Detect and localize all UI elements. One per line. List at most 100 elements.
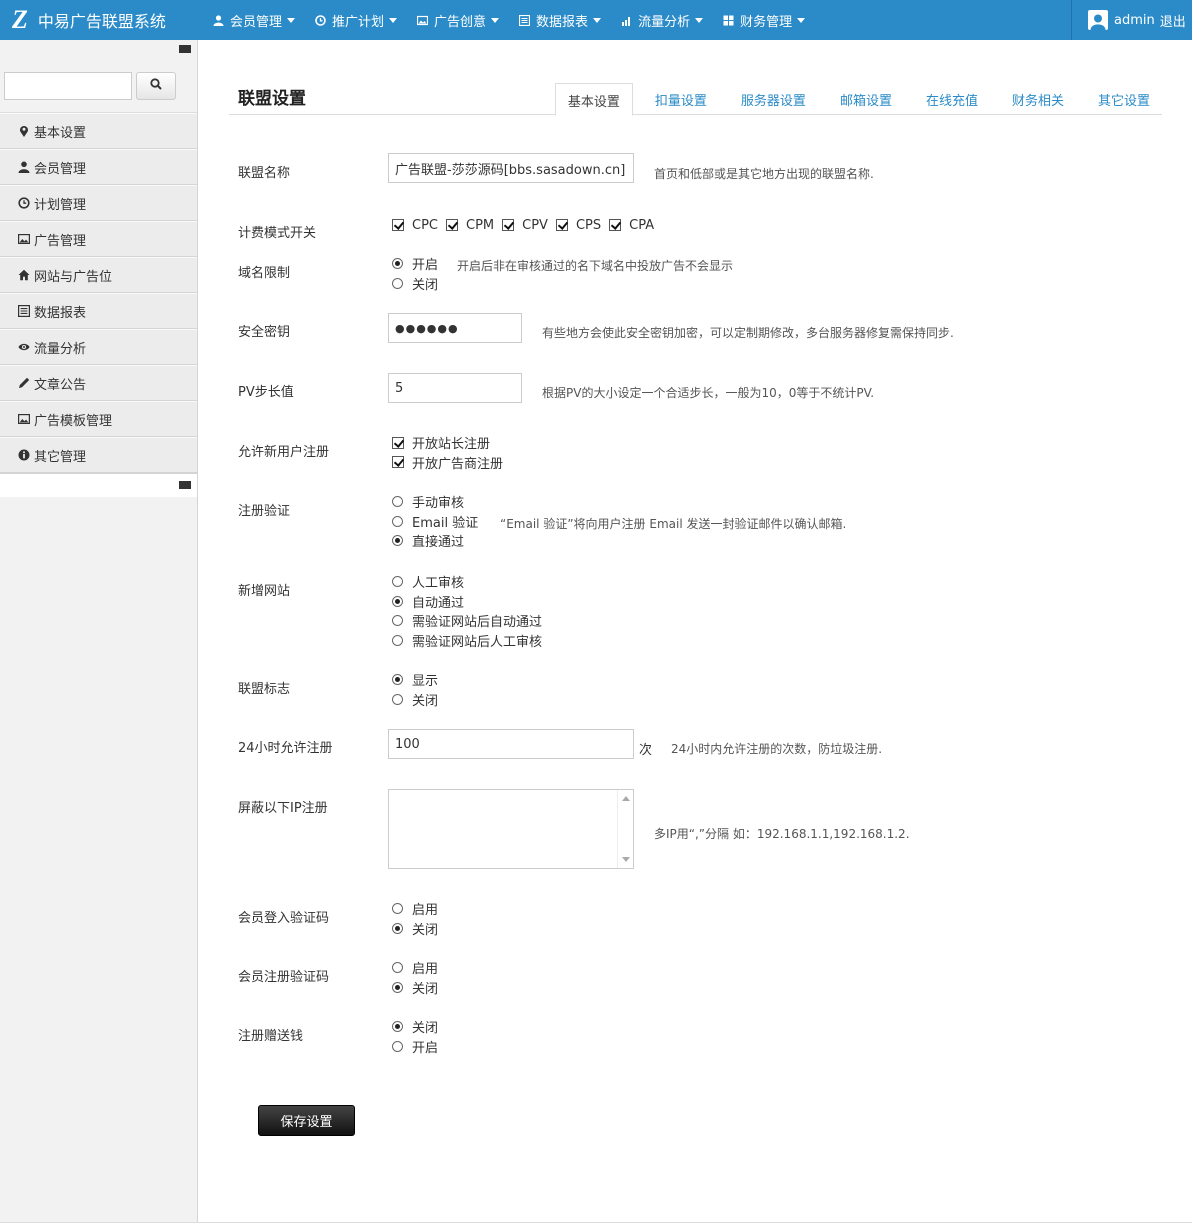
checkbox-webmaster-register[interactable] bbox=[392, 436, 404, 449]
radio-option[interactable]: 关闭 bbox=[388, 690, 438, 710]
checkbox-cpc[interactable] bbox=[392, 219, 404, 231]
brand-name: 中易广告联盟系统 bbox=[37, 12, 166, 31]
radio-option[interactable]: 关闭 bbox=[388, 274, 438, 294]
clock-icon bbox=[315, 14, 326, 26]
help-text: 多IP用“,”分隔 如：192.168.1.1,192.168.1.2. bbox=[654, 827, 910, 841]
radio-site-manual[interactable] bbox=[392, 576, 403, 588]
radio-login-captcha-off[interactable] bbox=[392, 922, 403, 934]
topnav-label: 流量分析 bbox=[638, 14, 691, 30]
option-label: CPS bbox=[575, 217, 602, 233]
radio-email-verify[interactable] bbox=[392, 515, 403, 527]
checkbox-cpm[interactable] bbox=[446, 219, 458, 231]
option-label: 关闭 bbox=[412, 693, 439, 709]
sidebar-item-sites[interactable]: 网站与广告位 bbox=[0, 257, 197, 293]
sidebar-item-articles[interactable]: 文章公告 bbox=[0, 365, 197, 401]
sidebar-item-traffic[interactable]: 流量分析 bbox=[0, 329, 197, 365]
reg-limit-input[interactable]: 100 bbox=[388, 729, 634, 759]
radio-option[interactable]: 启用 bbox=[388, 958, 438, 978]
topnav-creative[interactable]: 广告创意 bbox=[409, 0, 507, 40]
radio-option[interactable]: 直接通过 bbox=[388, 531, 478, 551]
radio-register-captcha-on[interactable] bbox=[392, 962, 403, 974]
radio-option[interactable]: 启用 bbox=[388, 899, 438, 919]
scroll-up-icon[interactable] bbox=[622, 796, 630, 801]
sidebar-search-input[interactable] bbox=[4, 72, 132, 100]
radio-site-verify-auto[interactable] bbox=[392, 615, 403, 627]
tab-recharge[interactable]: 在线充值 bbox=[914, 83, 990, 115]
user-menu[interactable]: admin 退出 bbox=[1071, 0, 1192, 40]
tab-email[interactable]: 邮箱设置 bbox=[828, 83, 904, 115]
field-label: 安全密钥 bbox=[238, 325, 291, 340]
gift-icon bbox=[723, 15, 734, 26]
radio-direct-pass[interactable] bbox=[392, 535, 403, 547]
topnav-finance[interactable]: 财务管理 bbox=[715, 0, 813, 40]
pv-step-input[interactable]: 5 bbox=[388, 373, 522, 403]
radio-option[interactable]: 自动通过 bbox=[388, 592, 542, 612]
option-label: 显示 bbox=[412, 674, 439, 690]
sidebar-item-label: 计划管理 bbox=[34, 197, 87, 213]
radio-option[interactable]: 手动审核 bbox=[388, 492, 478, 512]
topnav-label: 广告创意 bbox=[434, 14, 487, 30]
tab-finance[interactable]: 财务相关 bbox=[1000, 83, 1076, 115]
radio-bonus-on[interactable] bbox=[392, 1040, 403, 1052]
radio-option[interactable]: 开启 bbox=[388, 1037, 438, 1057]
logout-link[interactable]: 退出 bbox=[1160, 11, 1186, 30]
radio-manual-review[interactable] bbox=[392, 496, 403, 508]
textarea-scrollbar[interactable] bbox=[617, 790, 633, 868]
tab-server[interactable]: 服务器设置 bbox=[729, 83, 818, 115]
radio-option[interactable]: 关闭 bbox=[388, 1017, 438, 1037]
radio-option[interactable]: 关闭 bbox=[388, 919, 438, 939]
tab-basic[interactable]: 基本设置 bbox=[554, 83, 633, 116]
picture-icon bbox=[18, 413, 30, 425]
radio-option[interactable]: 开启 bbox=[388, 254, 438, 274]
radio-bonus-off[interactable] bbox=[392, 1021, 403, 1033]
radio-option[interactable]: 关闭 bbox=[388, 978, 438, 998]
sidebar-item-plans[interactable]: 计划管理 bbox=[0, 185, 197, 221]
sidebar-item-members[interactable]: 会员管理 bbox=[0, 149, 197, 185]
save-button[interactable]: 保存设置 bbox=[258, 1105, 355, 1136]
topnav-report[interactable]: 数据报表 bbox=[511, 0, 609, 40]
topnav-member[interactable]: 会员管理 bbox=[205, 0, 303, 40]
tab-deduction[interactable]: 扣量设置 bbox=[643, 83, 719, 115]
sidebar-search-button[interactable] bbox=[136, 72, 176, 100]
checkbox-option[interactable]: 开放站长注册 bbox=[388, 433, 503, 453]
radio-option[interactable]: 需验证网站后自动通过 bbox=[388, 611, 542, 631]
radio-domain-on[interactable] bbox=[392, 258, 403, 270]
info-icon bbox=[18, 449, 30, 461]
tab-other[interactable]: 其它设置 bbox=[1086, 83, 1162, 115]
field-label: 计费模式开关 bbox=[238, 226, 317, 241]
checkbox-cpa[interactable] bbox=[609, 219, 622, 231]
radio-login-captcha-on[interactable] bbox=[392, 903, 403, 915]
sidebar-item-basic-settings[interactable]: 基本设置 bbox=[0, 113, 197, 149]
field-label: 会员登入验证码 bbox=[238, 911, 330, 926]
checkbox-cps[interactable] bbox=[555, 219, 568, 231]
topnav-plan[interactable]: 推广计划 bbox=[307, 0, 405, 40]
radio-option[interactable]: 显示 bbox=[388, 670, 438, 690]
radio-option[interactable]: Email 验证 bbox=[388, 512, 478, 532]
secret-key-input[interactable]: ●●●●●● bbox=[388, 313, 522, 343]
sidebar-collapse-top[interactable] bbox=[0, 40, 197, 62]
radio-register-captcha-off[interactable] bbox=[392, 981, 403, 993]
checkbox-option[interactable]: 开放广告商注册 bbox=[388, 453, 503, 473]
sidebar-item-ads[interactable]: 广告管理 bbox=[0, 221, 197, 257]
sidebar-item-ad-templates[interactable]: 广告模板管理 bbox=[0, 401, 197, 437]
option-label: CPV bbox=[522, 217, 548, 233]
sidebar-collapse-bottom[interactable] bbox=[0, 473, 197, 497]
checkbox-advertiser-register[interactable] bbox=[392, 456, 404, 469]
radio-option[interactable]: 人工审核 bbox=[388, 572, 542, 592]
radio-site-verify-manual[interactable] bbox=[392, 634, 403, 646]
brand[interactable]: Z 中易广告联盟系统 bbox=[0, 0, 205, 40]
user-icon bbox=[18, 161, 30, 173]
radio-option[interactable]: 需验证网站后人工审核 bbox=[388, 631, 542, 651]
radio-logo-hide[interactable] bbox=[392, 693, 403, 705]
radio-site-auto[interactable] bbox=[392, 595, 403, 607]
sidebar-item-other[interactable]: 其它管理 bbox=[0, 437, 197, 473]
block-ip-textarea[interactable] bbox=[388, 789, 634, 869]
site-name-input[interactable]: 广告联盟-莎莎源码[bbs.sasadown.cn] bbox=[388, 153, 634, 183]
radio-logo-show[interactable] bbox=[392, 674, 403, 686]
radio-domain-off[interactable] bbox=[392, 277, 403, 289]
field-label: PV步长值 bbox=[238, 385, 294, 400]
sidebar-item-reports[interactable]: 数据报表 bbox=[0, 293, 197, 329]
scroll-down-icon[interactable] bbox=[622, 857, 630, 862]
checkbox-cpv[interactable] bbox=[502, 219, 515, 231]
topnav-traffic[interactable]: 流量分析 bbox=[613, 0, 711, 40]
